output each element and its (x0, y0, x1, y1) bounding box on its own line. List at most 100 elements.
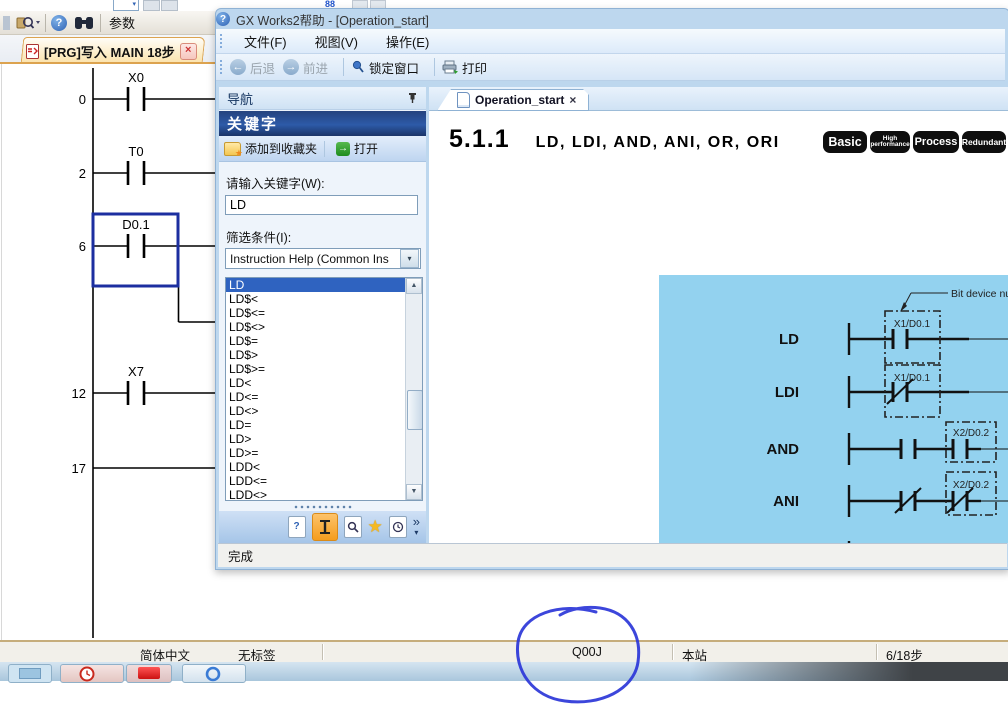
help-toolbar: ←后退 →前进 锁定窗口 打印 (216, 54, 1005, 81)
add-to-favorites-button[interactable]: 添加到收藏夹 (224, 140, 317, 157)
clock-icon (79, 666, 95, 682)
panel-splitter[interactable] (219, 503, 426, 511)
section-number: 5.1.1 (449, 125, 510, 154)
step-number: 0 (79, 92, 86, 107)
scrollbar[interactable]: ▲ ▼ (405, 278, 422, 500)
drag-grip[interactable] (219, 59, 224, 75)
filter-label: 筛选条件(I): (226, 227, 291, 246)
device-label: X1/D0.1 (894, 319, 931, 330)
more-buttons-icon[interactable]: »▾ (413, 517, 420, 537)
list-item[interactable]: LDD< (226, 460, 406, 474)
drag-grip[interactable] (219, 33, 224, 49)
keyword-panel-title: 关键字 (219, 111, 426, 136)
help-contents-icon[interactable]: ? (288, 516, 306, 538)
lock-window-button[interactable]: 锁定窗口 (351, 58, 419, 77)
menu-file[interactable]: 文件(F) (230, 29, 301, 54)
help-statusbar: 完成 (218, 543, 1007, 567)
back-button[interactable]: ←后退 (230, 58, 275, 77)
help-menubar: 文件(F) 视图(V) 操作(E) (216, 29, 1005, 54)
step-number: 17 (72, 461, 86, 476)
list-item[interactable]: LD< (226, 376, 406, 390)
menu-operation[interactable]: 操作(E) (372, 29, 443, 54)
list-item[interactable]: LD= (226, 418, 406, 432)
instr-label: ANI (773, 493, 799, 510)
nav-mode-toolbar: ? ★ »▾ (219, 511, 426, 543)
keyword-list[interactable]: LD LD$< LD$<= LD$<> LD$= LD$> LD$>= LD< … (225, 277, 423, 501)
device-label: X7 (128, 364, 144, 379)
instr-label: LDI (775, 384, 799, 401)
help-titlebar[interactable]: ? GX Works2帮助 - [Operation_start] (216, 9, 996, 29)
history-icon[interactable] (389, 516, 407, 538)
scroll-up-icon[interactable]: ▲ (406, 278, 422, 294)
device-label: T0 (128, 144, 143, 159)
instruction-diagram: Bit device number / Word device bit desi… (659, 275, 1008, 543)
browser-icon (205, 666, 221, 682)
pin-icon (351, 60, 365, 74)
back-icon: ← (230, 59, 246, 75)
step-number: 6 (79, 239, 86, 254)
print-label: 打印 (462, 58, 487, 77)
back-label: 后退 (250, 58, 275, 77)
help-app-icon: ? (216, 12, 230, 26)
keyword-search-icon[interactable] (312, 513, 338, 541)
magnifier-glyph (347, 521, 359, 533)
help-nav-panel: 导航 关键字 添加到收藏夹 → 打开 请输入关键字(W): 筛选条件(I): I… (219, 87, 426, 543)
clock-glyph (392, 521, 404, 533)
help-window-title: GX Works2帮助 - [Operation_start] (236, 10, 429, 29)
list-item[interactable]: LD$>= (226, 362, 406, 376)
list-item[interactable]: LD<> (226, 404, 406, 418)
filter-value: Instruction Help (Common Ins (226, 252, 399, 266)
ladder-editor[interactable]: X0 T0 D0.1 X7 0 2 6 12 17 (0, 0, 218, 640)
print-button[interactable]: 打印 (442, 58, 487, 77)
media-icon (138, 667, 160, 679)
status-plc-type: Q00J (572, 645, 602, 659)
taskbar-shade (690, 662, 1008, 681)
annotation-callout (903, 293, 948, 308)
operand-boxes (841, 311, 996, 543)
list-item[interactable]: LD$<> (226, 320, 406, 334)
scroll-down-icon[interactable]: ▼ (406, 484, 422, 500)
tab-operation-start[interactable]: Operation_start × (437, 89, 589, 111)
filter-combobox[interactable]: Instruction Help (Common Ins ▾ (225, 248, 421, 269)
device-label: X0 (128, 70, 144, 85)
list-item[interactable]: LDD<= (226, 474, 406, 488)
favorites-icon[interactable]: ★ (368, 517, 383, 537)
forward-button[interactable]: →前进 (283, 58, 328, 77)
list-item[interactable]: LD<= (226, 390, 406, 404)
help-status-text: 完成 (228, 546, 253, 565)
open-icon: → (336, 142, 350, 156)
list-item[interactable]: LDD<> (226, 488, 406, 501)
page-icon (457, 92, 470, 108)
taskbar-item-window[interactable] (8, 664, 52, 683)
badge-process: Process (913, 131, 959, 153)
keyword-input[interactable] (225, 195, 418, 215)
nav-header-label: 导航 (227, 89, 253, 108)
list-item[interactable]: LD (226, 278, 406, 292)
taskbar-item-clock[interactable] (60, 664, 124, 683)
chevron-down-icon[interactable]: ▾ (400, 249, 419, 268)
list-item[interactable]: LD$<= (226, 306, 406, 320)
taskbar-item-browser[interactable] (182, 664, 246, 683)
toolbar-fragment: 88 (325, 0, 347, 8)
open-button[interactable]: → 打开 (332, 140, 378, 157)
instr-label: AND (767, 441, 800, 458)
list-item[interactable]: LD>= (226, 446, 406, 460)
close-icon[interactable]: × (569, 93, 576, 107)
annotation-text: Bit device number / Word device bit desi… (951, 288, 1008, 300)
list-item[interactable]: LD$= (226, 334, 406, 348)
badge-redundant: Redundant (962, 131, 1006, 153)
scrollbar-thumb[interactable] (407, 390, 423, 430)
lock-label: 锁定窗口 (369, 58, 419, 77)
menu-view[interactable]: 视图(V) (301, 29, 372, 54)
index-glyph (318, 519, 332, 535)
section-title: LD, LDI, AND, ANI, OR, ORI (536, 134, 780, 152)
taskbar-item-media[interactable] (126, 664, 172, 683)
list-item[interactable]: LD$< (226, 292, 406, 306)
instr-label: LD (779, 331, 799, 348)
nav-header: 导航 (219, 87, 426, 110)
list-item[interactable]: LD$> (226, 348, 406, 362)
full-text-search-icon[interactable] (344, 516, 362, 538)
pin-icon[interactable] (407, 92, 418, 104)
content-tab-label: Operation_start (475, 93, 564, 107)
list-item[interactable]: LD> (226, 432, 406, 446)
